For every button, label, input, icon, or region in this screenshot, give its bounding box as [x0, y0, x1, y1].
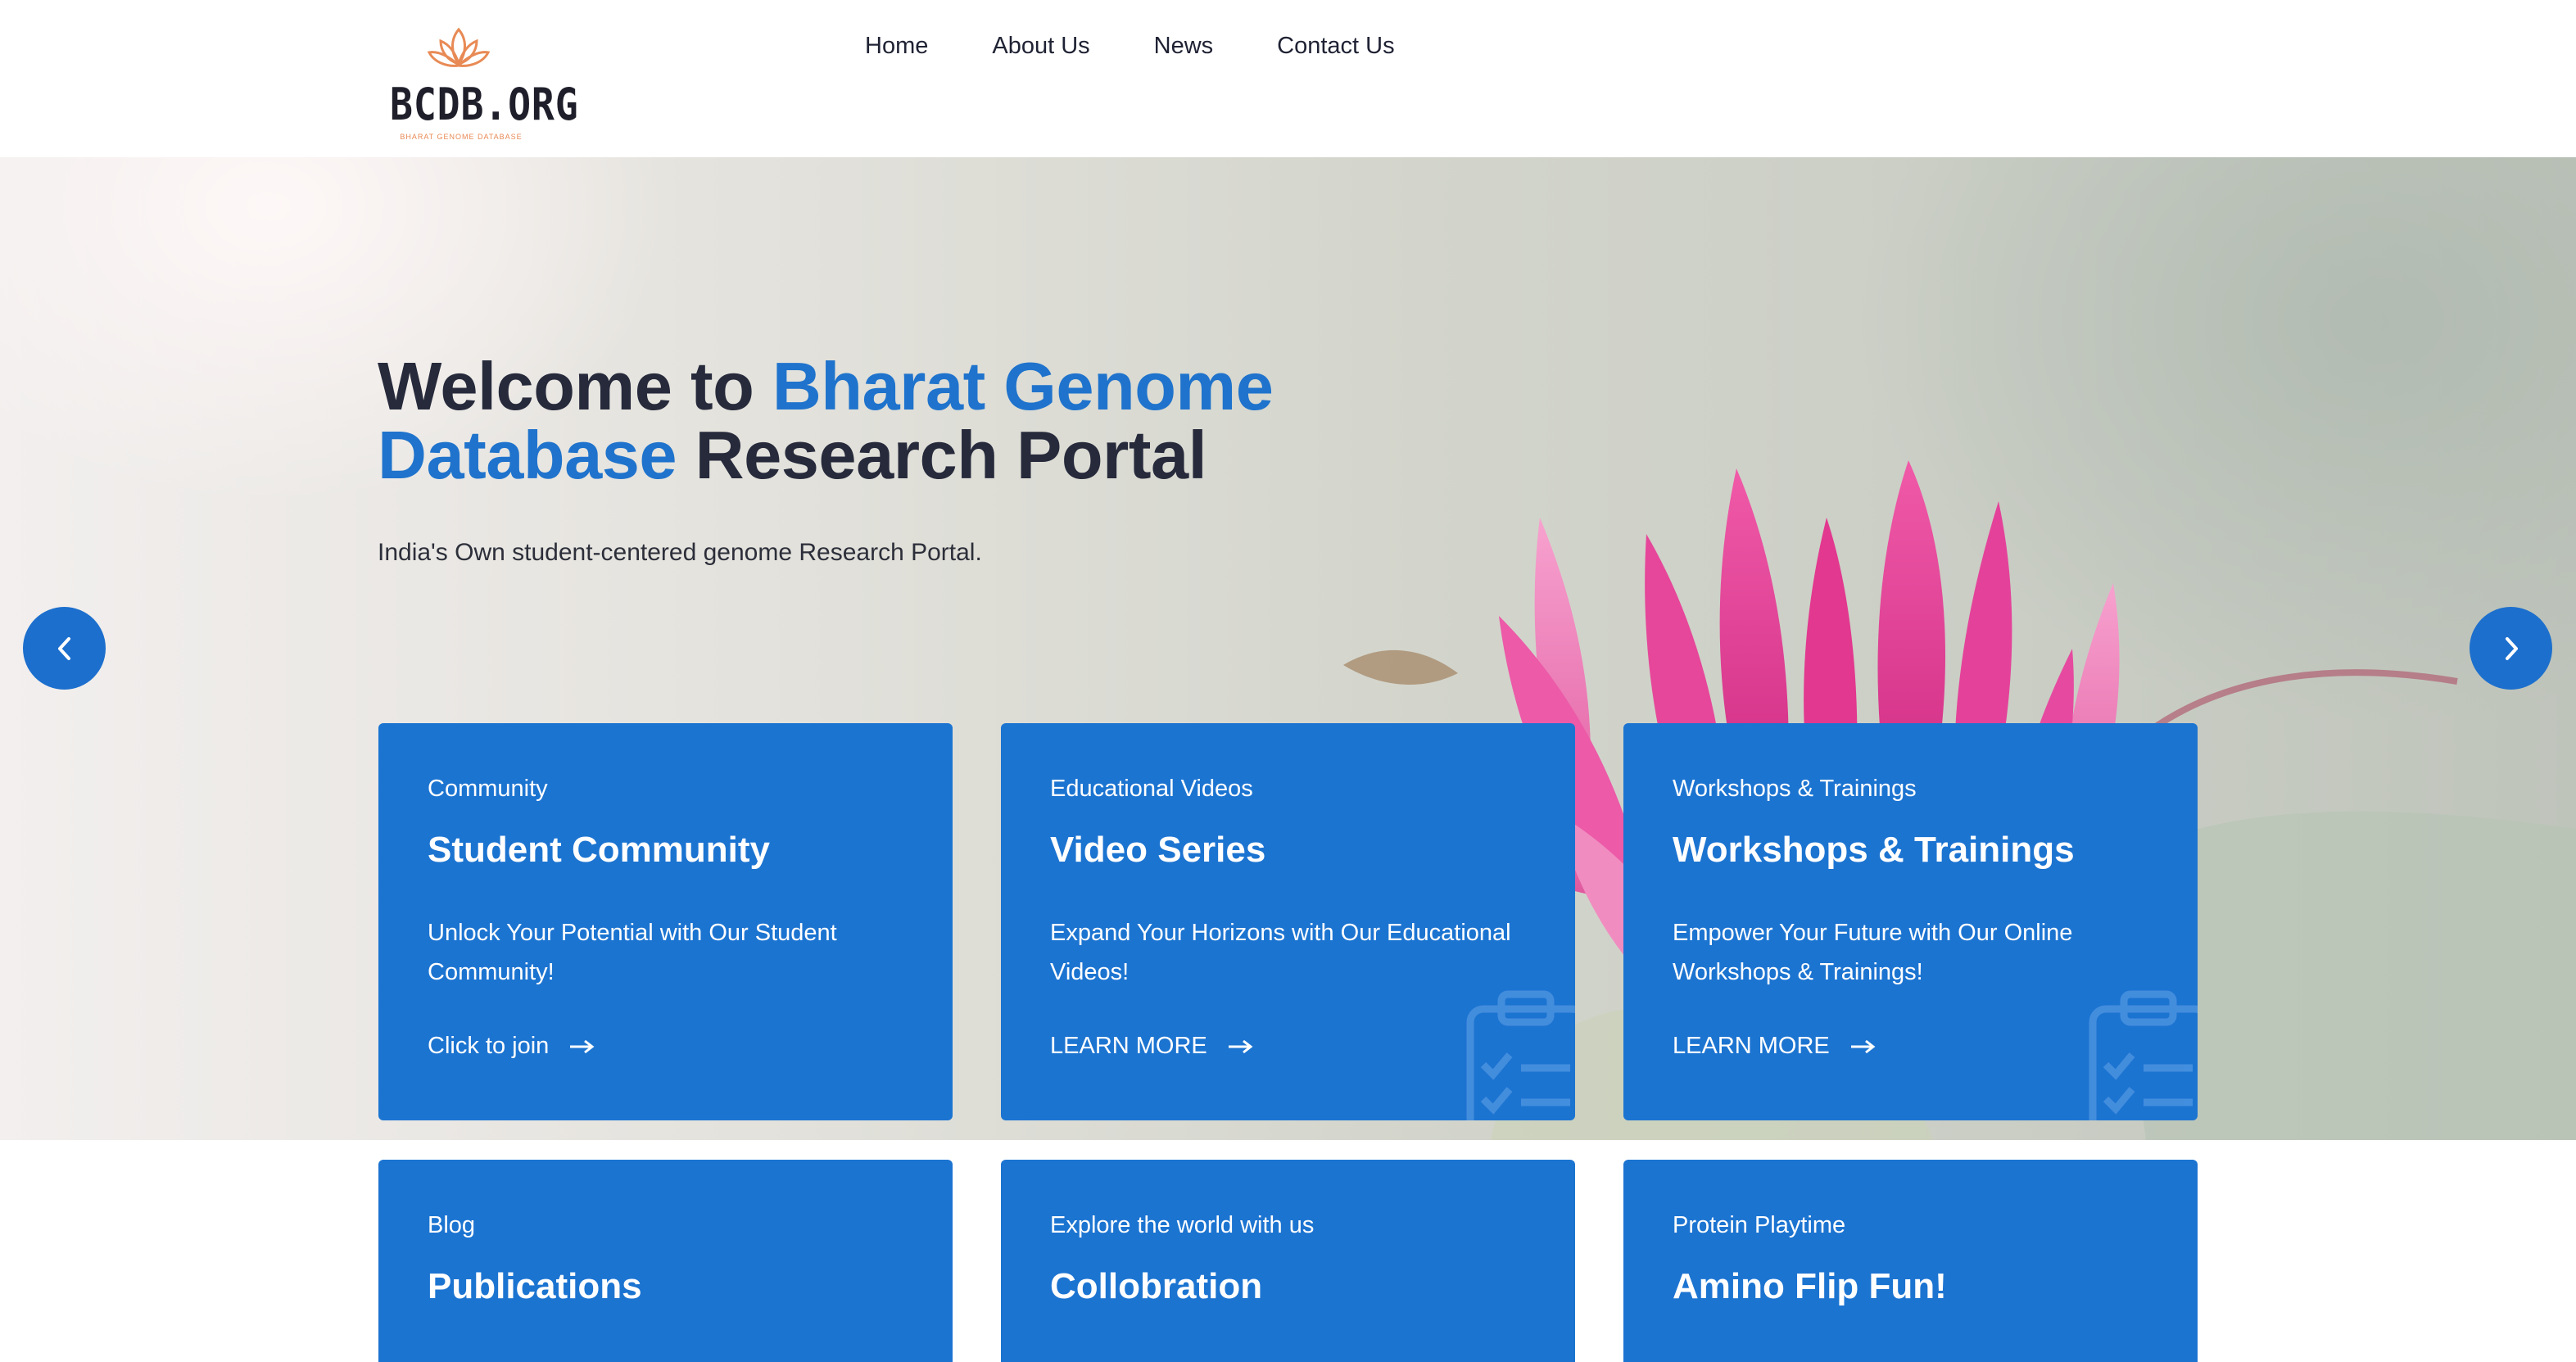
nav-contact-us[interactable]: Contact Us [1277, 33, 1394, 60]
site-logo[interactable]: BCDB.ORG BHARAT GENOME DATABASE [378, 25, 579, 147]
card-title: Collobration [1050, 1266, 1263, 1306]
card-title: Workshops & Trainings [1673, 830, 2075, 870]
arrow-right-icon [1850, 1039, 1876, 1053]
card-workshops-trainings[interactable]: Workshops & Trainings Workshops & Traini… [1623, 723, 2198, 1120]
card-cta-label: LEARN MORE [1673, 1033, 1830, 1059]
card-cta-link[interactable]: LEARN MORE [1050, 1033, 1253, 1060]
nav-home[interactable]: Home [865, 33, 928, 60]
card-eyebrow: Protein Playtime [1673, 1212, 1846, 1238]
clipboard-checklist-icon [1466, 990, 1575, 1120]
card-title: Publications [428, 1266, 642, 1306]
card-cta-label: LEARN MORE [1050, 1033, 1207, 1059]
card-eyebrow: Explore the world with us [1050, 1212, 1315, 1238]
card-title: Amino Flip Fun! [1673, 1266, 1947, 1306]
card-description: Empower Your Future with Our Online Work… [1673, 920, 2073, 985]
card-cta-link[interactable]: LEARN MORE [1673, 1033, 1876, 1060]
arrow-right-icon [1228, 1039, 1253, 1053]
chevron-left-icon [57, 636, 70, 660]
card-video-series[interactable]: Educational Videos Video Series Expand Y… [1001, 723, 1575, 1120]
card-eyebrow: Educational Videos [1050, 776, 1253, 802]
main-nav: Home About Us News Contact Us [865, 33, 1395, 60]
site-header: BCDB.ORG BHARAT GENOME DATABASE Home Abo… [0, 0, 2576, 157]
card-description: Unlock Your Potential with Our Student C… [428, 920, 837, 985]
card-eyebrow: Community [428, 776, 548, 802]
hero-title: Welcome to Bharat Genome Database Resear… [378, 352, 1360, 490]
card-title: Student Community [428, 830, 770, 870]
hero-title-part2: Research Portal [677, 417, 1207, 493]
slider-prev-button[interactable] [23, 607, 106, 690]
chevron-right-icon [2505, 636, 2518, 660]
card-publications[interactable]: Blog Publications [378, 1160, 953, 1362]
card-eyebrow: Workshops & Trainings [1673, 776, 1917, 802]
card-amino-flip-fun[interactable]: Protein Playtime Amino Flip Fun! [1623, 1160, 2198, 1362]
nav-about-us[interactable]: About Us [992, 33, 1089, 60]
card-cta-link[interactable]: Click to join [428, 1033, 595, 1060]
card-title: Video Series [1050, 830, 1266, 870]
card-student-community[interactable]: Community Student Community Unlock Your … [378, 723, 953, 1120]
slider-next-button[interactable] [2470, 607, 2552, 690]
logo-tagline: BHARAT GENOME DATABASE [400, 133, 523, 141]
clipboard-checklist-icon [2089, 990, 2198, 1120]
card-eyebrow: Blog [428, 1212, 476, 1238]
logo-text: BCDB.ORG [390, 79, 579, 130]
hero-title-part1: Welcome to [378, 348, 772, 424]
hero-subtitle: India's Own student-centered genome Rese… [378, 539, 982, 566]
card-collobration[interactable]: Explore the world with us Collobration [1001, 1160, 1575, 1362]
lotus-icon [427, 27, 491, 67]
card-cta-label: Click to join [428, 1033, 550, 1059]
card-description: Expand Your Horizons with Our Educationa… [1050, 920, 1511, 985]
nav-news[interactable]: News [1154, 33, 1214, 60]
arrow-right-icon [570, 1039, 595, 1053]
